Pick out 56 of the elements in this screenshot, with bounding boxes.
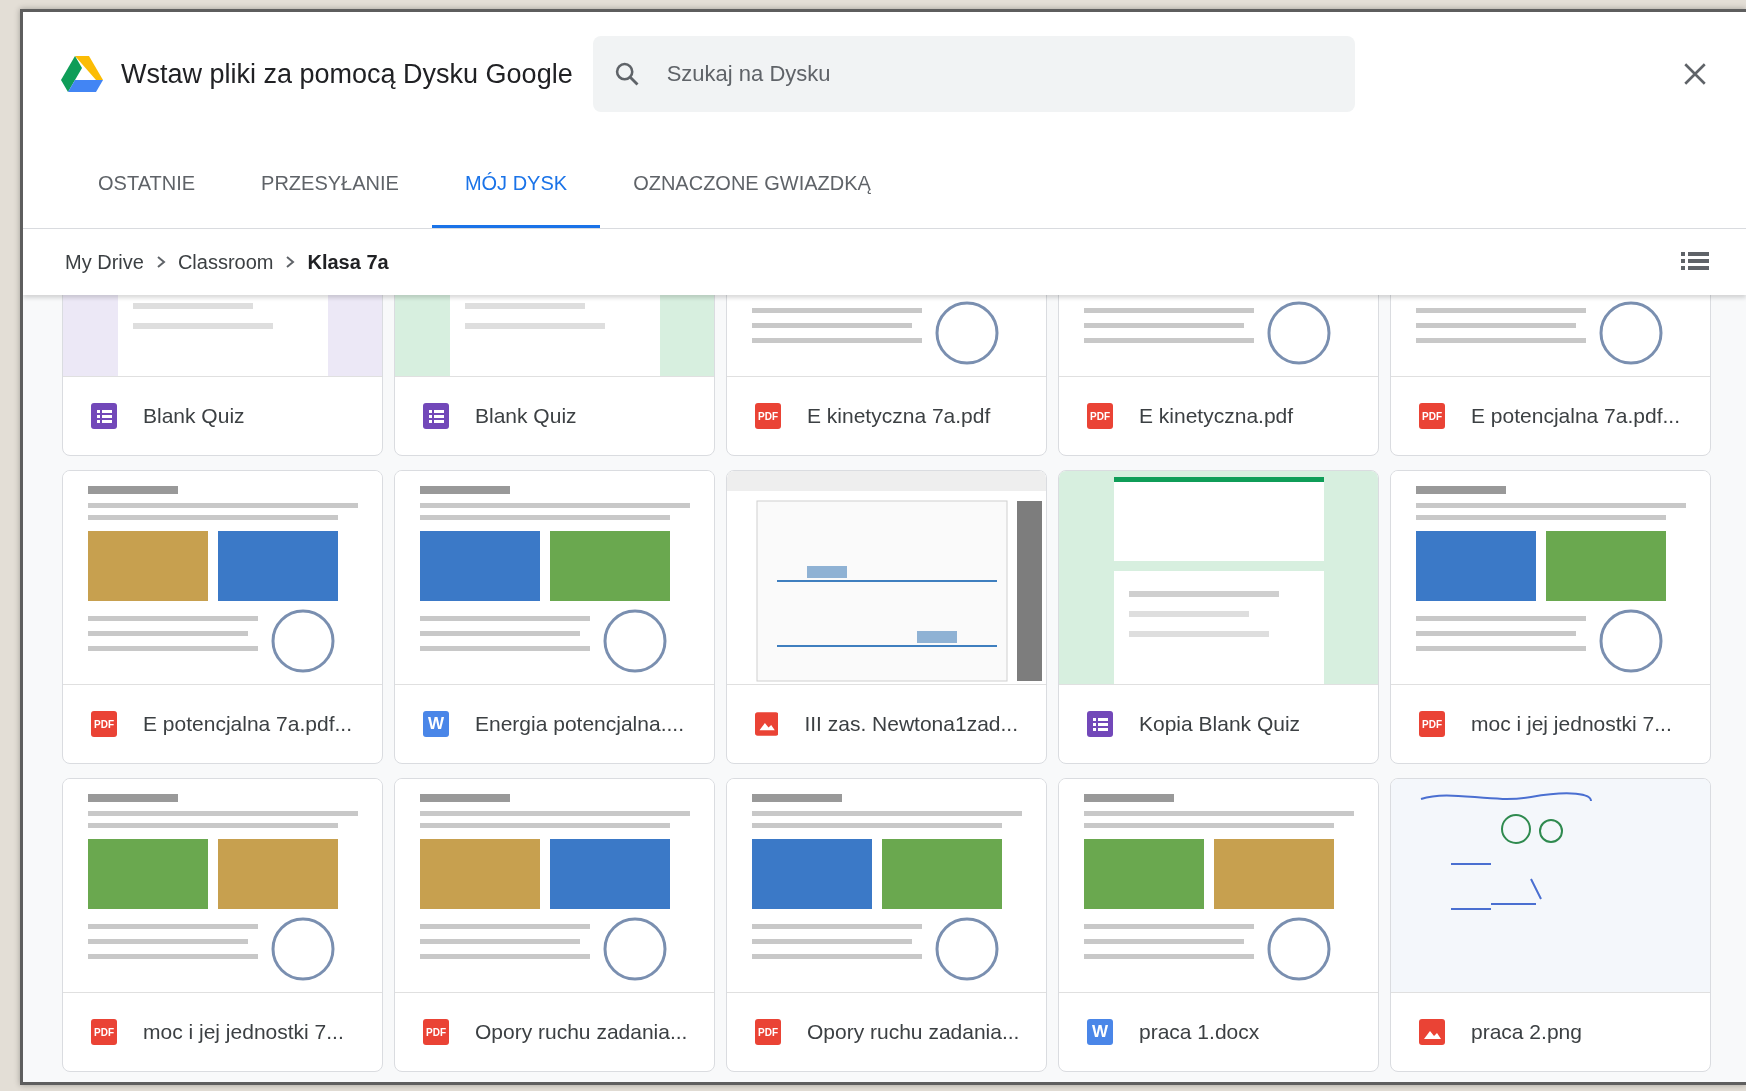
file-name: E kinetyczna 7a.pdf [807, 404, 991, 428]
tab[interactable]: OSTATNIE [65, 136, 229, 228]
drive-logo-icon [61, 56, 103, 92]
pdf-icon: PDF [755, 403, 781, 429]
file-name: Kopia Blank Quiz [1139, 712, 1301, 736]
file-name: E potencjalna 7a.pdf... [1471, 404, 1680, 428]
file-card[interactable]: W praca 1.docx [1058, 778, 1379, 1072]
form-icon [91, 403, 117, 429]
breadcrumb-link[interactable]: Classroom [177, 250, 274, 274]
file-card[interactable]: PDF E potencjalna 7a.pdf... [62, 470, 383, 764]
file-card[interactable]: PDF E potencjalna 7a.pdf... [1390, 295, 1711, 456]
form-icon [423, 403, 449, 429]
file-card[interactable]: PDF moc i jej jednostki 7... [1390, 470, 1711, 764]
file-name: Blank Quiz [143, 404, 245, 428]
file-name: praca 2.png [1471, 1020, 1582, 1044]
file-name: Opory ruchu zadania... [807, 1020, 1020, 1044]
file-name: Opory ruchu zadania... [475, 1020, 688, 1044]
pdf-icon: PDF [1087, 403, 1113, 429]
document-icon: W [1087, 1019, 1113, 1045]
file-name: praca 1.docx [1139, 1020, 1260, 1044]
file-card[interactable]: PDF Opory ruchu zadania... [726, 778, 1047, 1072]
file-name: E potencjalna 7a.pdf... [143, 712, 352, 736]
image-icon [1419, 1019, 1445, 1045]
file-name: Blank Quiz [475, 404, 577, 428]
file-card[interactable]: PDF E kinetyczna.pdf [1058, 295, 1379, 456]
file-card[interactable]: praca 2.png [1390, 778, 1711, 1072]
file-card[interactable]: PDF moc i jej jednostki 7... [62, 778, 383, 1072]
file-name: III zas. Newtona1zad... [804, 712, 1018, 736]
dialog-title: Wstaw pliki za pomocą Dysku Google [121, 58, 573, 90]
file-card[interactable]: Blank Quiz [394, 295, 715, 456]
search-field[interactable]: Szukaj na Dysku [592, 36, 1355, 112]
file-card[interactable]: W Energia potencjalna.... [394, 470, 715, 764]
breadcrumb-link[interactable]: My Drive [65, 250, 144, 274]
pdf-icon: PDF [91, 1019, 117, 1045]
file-name: moc i jej jednostki 7... [1471, 712, 1672, 736]
close-icon [1682, 61, 1708, 87]
tab[interactable]: MÓJ DYSK [431, 136, 601, 228]
file-card[interactable]: PDF Opory ruchu zadania... [394, 778, 715, 1072]
file-name: Energia potencjalna.... [475, 712, 684, 736]
breadcrumb-link[interactable]: Klasa 7a [307, 250, 389, 274]
pdf-icon: PDF [1419, 711, 1445, 737]
tab[interactable]: OZNACZONE GWIAZDKĄ [600, 136, 904, 228]
file-name: moc i jej jednostki 7... [143, 1020, 344, 1044]
pdf-icon: PDF [755, 1019, 781, 1045]
tab[interactable]: PRZESYŁANIE [228, 136, 432, 228]
form-icon [1087, 711, 1113, 737]
file-name: E kinetyczna.pdf [1139, 404, 1294, 428]
file-card[interactable]: Blank Quiz [62, 295, 383, 456]
pdf-icon: PDF [91, 711, 117, 737]
image-icon [755, 711, 779, 737]
file-card[interactable]: PDF E kinetyczna 7a.pdf [726, 295, 1047, 456]
pdf-icon: PDF [1419, 403, 1445, 429]
pdf-icon: PDF [423, 1019, 449, 1045]
document-icon: W [423, 711, 449, 737]
file-card[interactable]: III zas. Newtona1zad... [726, 470, 1047, 764]
file-card[interactable]: Kopia Blank Quiz [1058, 470, 1379, 764]
